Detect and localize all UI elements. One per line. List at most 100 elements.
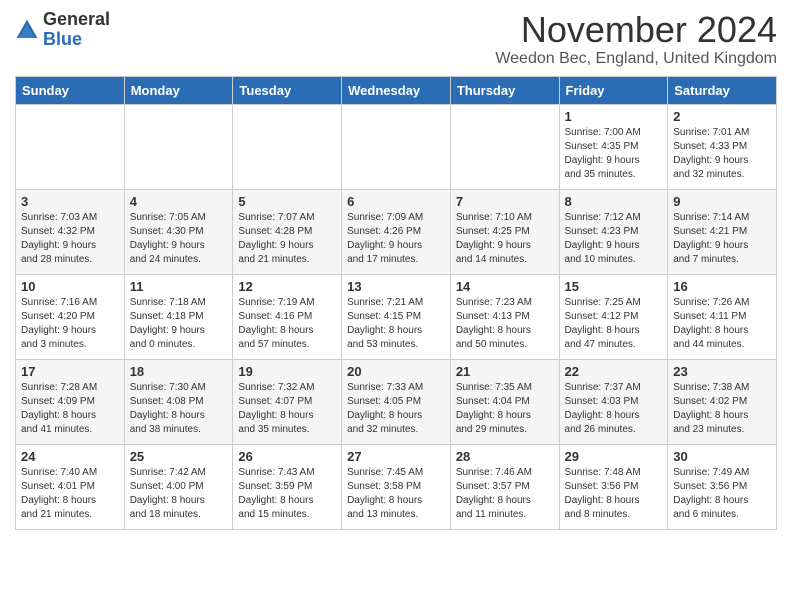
- day-number: 30: [673, 449, 771, 464]
- calendar-cell: 19Sunrise: 7:32 AM Sunset: 4:07 PM Dayli…: [233, 359, 342, 444]
- day-number: 24: [21, 449, 119, 464]
- day-number: 5: [238, 194, 336, 209]
- day-info: Sunrise: 7:21 AM Sunset: 4:15 PM Dayligh…: [347, 296, 445, 352]
- day-number: 26: [238, 449, 336, 464]
- col-header-thursday: Thursday: [450, 76, 559, 104]
- calendar-cell: [233, 104, 342, 189]
- logo-blue-text: Blue: [43, 30, 110, 50]
- day-number: 18: [130, 364, 228, 379]
- day-info: Sunrise: 7:43 AM Sunset: 3:59 PM Dayligh…: [238, 466, 336, 522]
- day-info: Sunrise: 7:18 AM Sunset: 4:18 PM Dayligh…: [130, 296, 228, 352]
- day-info: Sunrise: 7:45 AM Sunset: 3:58 PM Dayligh…: [347, 466, 445, 522]
- calendar-cell: 6 Sunrise: 7:09 AM Sunset: 4:26 PM Daylig…: [342, 189, 451, 274]
- calendar-cell: 25 Sunrise: 7:42 AM Sunset: 4:00 PM Dayli…: [124, 444, 233, 529]
- day-info: Sunrise: 7:09 AM Sunset: 4:26 PM Dayligh…: [347, 211, 445, 267]
- day-number: 7: [456, 194, 554, 209]
- calendar-week-row: 10 Sunrise: 7:16 AM Sunset: 4:20 PM Dayli…: [16, 274, 777, 359]
- day-number: 20: [347, 364, 445, 379]
- col-header-monday: Monday: [124, 76, 233, 104]
- calendar-cell: 17 Sunrise: 7:28 AM Sunset: 4:09 PM Dayli…: [16, 359, 125, 444]
- calendar-cell: [124, 104, 233, 189]
- day-number: 1: [565, 109, 663, 124]
- day-info: Sunrise: 7:46 AM Sunset: 3:57 PM Dayligh…: [456, 466, 554, 522]
- calendar-cell: 14Sunrise: 7:23 AM Sunset: 4:13 PM Dayli…: [450, 274, 559, 359]
- calendar-week-row: 1 Sunrise: 7:00 AM Sunset: 4:35 PM Daylig…: [16, 104, 777, 189]
- day-info: Sunrise: 7:26 AM Sunset: 4:11 PM Dayligh…: [673, 296, 771, 352]
- calendar-cell: 7 Sunrise: 7:10 AM Sunset: 4:25 PM Daylig…: [450, 189, 559, 274]
- day-info: Sunrise: 7:48 AM Sunset: 3:56 PM Dayligh…: [565, 466, 663, 522]
- page-header: General Blue November 2024 Weedon Bec, E…: [15, 10, 777, 68]
- day-info: Sunrise: 7:07 AM Sunset: 4:28 PM Dayligh…: [238, 211, 336, 267]
- day-info: Sunrise: 7:01 AM Sunset: 4:33 PM Dayligh…: [673, 126, 771, 182]
- calendar-cell: 23Sunrise: 7:38 AM Sunset: 4:02 PM Dayli…: [668, 359, 777, 444]
- day-info: Sunrise: 7:38 AM Sunset: 4:02 PM Dayligh…: [673, 381, 771, 437]
- day-info: Sunrise: 7:40 AM Sunset: 4:01 PM Dayligh…: [21, 466, 119, 522]
- day-info: Sunrise: 7:28 AM Sunset: 4:09 PM Dayligh…: [21, 381, 119, 437]
- logo-icon: [15, 18, 39, 42]
- calendar-cell: 3Sunrise: 7:03 AM Sunset: 4:32 PM Daylig…: [16, 189, 125, 274]
- calendar-cell: 12 Sunrise: 7:19 AM Sunset: 4:16 PM Dayli…: [233, 274, 342, 359]
- calendar-cell: 1 Sunrise: 7:00 AM Sunset: 4:35 PM Daylig…: [559, 104, 668, 189]
- day-number: 11: [130, 279, 228, 294]
- day-info: Sunrise: 7:16 AM Sunset: 4:20 PM Dayligh…: [21, 296, 119, 352]
- day-info: Sunrise: 7:10 AM Sunset: 4:25 PM Dayligh…: [456, 211, 554, 267]
- calendar-cell: 10 Sunrise: 7:16 AM Sunset: 4:20 PM Dayli…: [16, 274, 125, 359]
- calendar-cell: [342, 104, 451, 189]
- day-info: Sunrise: 7:23 AM Sunset: 4:13 PM Dayligh…: [456, 296, 554, 352]
- logo: General Blue: [15, 10, 110, 50]
- day-info: Sunrise: 7:37 AM Sunset: 4:03 PM Dayligh…: [565, 381, 663, 437]
- day-info: Sunrise: 7:25 AM Sunset: 4:12 PM Dayligh…: [565, 296, 663, 352]
- calendar-cell: 20 Sunrise: 7:33 AM Sunset: 4:05 PM Dayli…: [342, 359, 451, 444]
- day-info: Sunrise: 7:14 AM Sunset: 4:21 PM Dayligh…: [673, 211, 771, 267]
- day-number: 28: [456, 449, 554, 464]
- day-number: 27: [347, 449, 445, 464]
- calendar-cell: 13Sunrise: 7:21 AM Sunset: 4:15 PM Dayli…: [342, 274, 451, 359]
- calendar-table: SundayMondayTuesdayWednesdayThursdayFrid…: [15, 76, 777, 530]
- day-info: Sunrise: 7:05 AM Sunset: 4:30 PM Dayligh…: [130, 211, 228, 267]
- day-number: 4: [130, 194, 228, 209]
- calendar-cell: 22 Sunrise: 7:37 AM Sunset: 4:03 PM Dayli…: [559, 359, 668, 444]
- day-number: 2: [673, 109, 771, 124]
- day-number: 6: [347, 194, 445, 209]
- day-info: Sunrise: 7:35 AM Sunset: 4:04 PM Dayligh…: [456, 381, 554, 437]
- day-number: 9: [673, 194, 771, 209]
- title-block: November 2024 Weedon Bec, England, Unite…: [495, 10, 777, 68]
- day-info: Sunrise: 7:33 AM Sunset: 4:05 PM Dayligh…: [347, 381, 445, 437]
- day-number: 22: [565, 364, 663, 379]
- day-number: 21: [456, 364, 554, 379]
- col-header-sunday: Sunday: [16, 76, 125, 104]
- calendar-cell: [450, 104, 559, 189]
- calendar-cell: 2 Sunrise: 7:01 AM Sunset: 4:33 PM Daylig…: [668, 104, 777, 189]
- day-info: Sunrise: 7:49 AM Sunset: 3:56 PM Dayligh…: [673, 466, 771, 522]
- calendar-cell: 9 Sunrise: 7:14 AM Sunset: 4:21 PM Daylig…: [668, 189, 777, 274]
- day-info: Sunrise: 7:42 AM Sunset: 4:00 PM Dayligh…: [130, 466, 228, 522]
- day-number: 25: [130, 449, 228, 464]
- day-number: 16: [673, 279, 771, 294]
- calendar-week-row: 3Sunrise: 7:03 AM Sunset: 4:32 PM Daylig…: [16, 189, 777, 274]
- calendar-cell: 15 Sunrise: 7:25 AM Sunset: 4:12 PM Dayli…: [559, 274, 668, 359]
- col-header-friday: Friday: [559, 76, 668, 104]
- day-info: Sunrise: 7:30 AM Sunset: 4:08 PM Dayligh…: [130, 381, 228, 437]
- day-info: Sunrise: 7:19 AM Sunset: 4:16 PM Dayligh…: [238, 296, 336, 352]
- day-number: 3: [21, 194, 119, 209]
- page-subtitle: Weedon Bec, England, United Kingdom: [495, 50, 777, 68]
- day-info: Sunrise: 7:00 AM Sunset: 4:35 PM Dayligh…: [565, 126, 663, 182]
- day-number: 17: [21, 364, 119, 379]
- calendar-week-row: 24 Sunrise: 7:40 AM Sunset: 4:01 PM Dayli…: [16, 444, 777, 529]
- calendar-week-row: 17 Sunrise: 7:28 AM Sunset: 4:09 PM Dayli…: [16, 359, 777, 444]
- page-title: November 2024: [495, 10, 777, 50]
- calendar-cell: 27 Sunrise: 7:45 AM Sunset: 3:58 PM Dayli…: [342, 444, 451, 529]
- day-number: 29: [565, 449, 663, 464]
- calendar-cell: 11 Sunrise: 7:18 AM Sunset: 4:18 PM Dayli…: [124, 274, 233, 359]
- col-header-tuesday: Tuesday: [233, 76, 342, 104]
- logo-general-text: General: [43, 10, 110, 30]
- day-number: 12: [238, 279, 336, 294]
- calendar-cell: 16 Sunrise: 7:26 AM Sunset: 4:11 PM Dayli…: [668, 274, 777, 359]
- day-number: 10: [21, 279, 119, 294]
- day-number: 8: [565, 194, 663, 209]
- calendar-cell: 8Sunrise: 7:12 AM Sunset: 4:23 PM Daylig…: [559, 189, 668, 274]
- calendar-cell: 29 Sunrise: 7:48 AM Sunset: 3:56 PM Dayli…: [559, 444, 668, 529]
- calendar-cell: 24 Sunrise: 7:40 AM Sunset: 4:01 PM Dayli…: [16, 444, 125, 529]
- col-header-wednesday: Wednesday: [342, 76, 451, 104]
- day-number: 15: [565, 279, 663, 294]
